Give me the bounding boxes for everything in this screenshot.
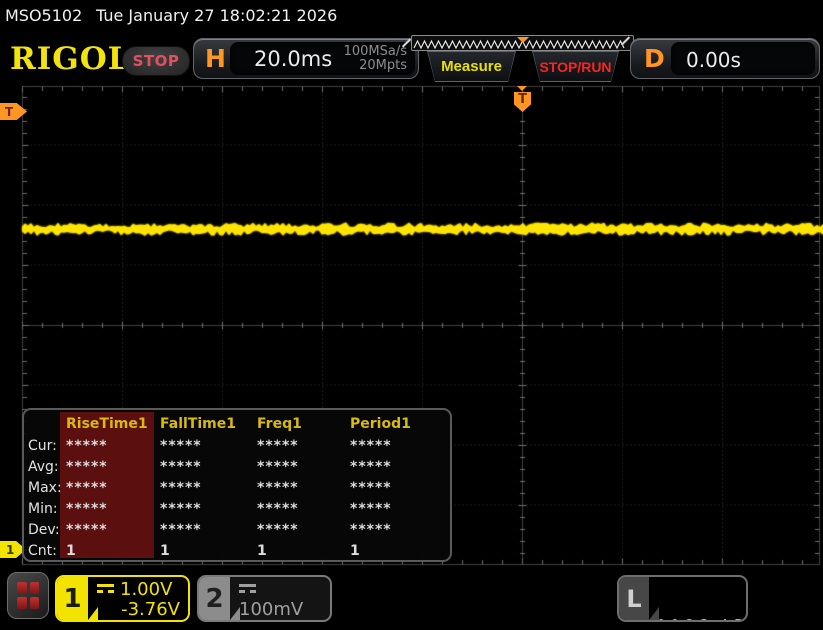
table-row: Dev: ***** ***** ***** ***** (24, 522, 450, 540)
measure-column-header[interactable]: FallTime1 (160, 416, 236, 432)
table-row: Min: ***** ***** ***** ***** (24, 501, 450, 519)
delay-label: D (644, 44, 665, 73)
measure-value: ***** (350, 522, 392, 538)
measure-value: 1 (350, 543, 361, 559)
delay-settings-box[interactable]: D 0.00s (630, 38, 820, 79)
measure-value: ***** (160, 438, 202, 454)
measure-value: ***** (350, 438, 392, 454)
measure-value: 1 (160, 543, 171, 559)
measure-value: 1 (66, 543, 77, 559)
row-label: Cnt: (28, 543, 57, 559)
run-state-label: STOP (133, 52, 180, 70)
measure-value: ***** (160, 522, 202, 538)
logic-analyzer-badge[interactable]: L 0 1 2 3 4 5 6 7 8 9 1011 12131415 (617, 575, 748, 622)
measure-value: ***** (160, 459, 202, 475)
measure-value: ***** (160, 501, 202, 517)
channel1-scale: 1.00V (120, 579, 172, 600)
channel2-offset: 0.00V (239, 620, 322, 622)
toolbar: RIGOL STOP H 20.0ms 100MSa/s 20Mpts Meas… (0, 0, 823, 85)
measure-column-header[interactable]: Period1 (350, 416, 411, 432)
row-label: Dev: (28, 522, 60, 538)
channel1-offset: -3.76V (97, 600, 180, 620)
window-layout-icon[interactable] (7, 572, 49, 619)
dc-coupling-icon (239, 584, 256, 593)
channel2-scale: 100mV (239, 599, 303, 620)
measure-value: ***** (257, 438, 299, 454)
measure-value: ***** (350, 480, 392, 496)
memory-position-strip[interactable] (411, 35, 634, 51)
measure-value: ***** (257, 501, 299, 517)
acquisition-info: 100MSa/s 20Mpts (344, 45, 407, 73)
run-state-badge: STOP (122, 46, 190, 76)
channel1-badge[interactable]: 1 1.00V -3.76V (55, 575, 190, 622)
row-label: Min: (28, 501, 58, 517)
channel1-number[interactable]: 1 (57, 577, 88, 620)
measure-table-header: RiseTime1 FallTime1 Freq1 Period1 (24, 416, 450, 434)
horizontal-label: H (205, 44, 226, 73)
measure-value: ***** (160, 480, 202, 496)
table-row: Cur: ***** ***** ***** ***** (24, 438, 450, 456)
measure-value: ***** (66, 522, 108, 538)
trigger-level-letter: T (5, 105, 13, 119)
trigger-position-letter: T (518, 92, 527, 112)
table-row: Cnt: 1 1 1 1 (24, 543, 450, 561)
horizontal-settings-box[interactable]: H 20.0ms 100MSa/s 20Mpts (193, 38, 419, 79)
channel1-values: 1.00V -3.76V (88, 577, 188, 620)
measure-value: ***** (66, 459, 108, 475)
measure-value: ***** (257, 480, 299, 496)
row-label: Cur: (28, 438, 57, 454)
digital-channels-row1: 0 1 2 3 4 5 6 7 (657, 617, 748, 622)
delay-value: 0.00s (686, 48, 741, 72)
logic-analyzer-label[interactable]: L (619, 577, 649, 620)
sample-rate: 100MSa/s (344, 45, 407, 59)
measure-value: 1 (257, 543, 268, 559)
table-row: Avg: ***** ***** ***** ***** (24, 459, 450, 477)
measure-value: ***** (66, 501, 108, 517)
measure-column-header[interactable]: RiseTime1 (66, 416, 148, 432)
trigger-position-arrow-icon (517, 86, 527, 91)
row-label: Max: (28, 480, 62, 496)
measure-column-header[interactable]: Freq1 (257, 416, 302, 432)
delay-values: 0.00s (671, 42, 815, 75)
measure-value: ***** (350, 501, 392, 517)
measure-button[interactable]: Measure (427, 51, 516, 82)
table-row: Max: ***** ***** ***** ***** (24, 480, 450, 498)
measure-value: ***** (66, 480, 108, 496)
rigol-logo: RIGOL (10, 41, 131, 77)
measure-value: ***** (66, 438, 108, 454)
trigger-position-indicator[interactable] (517, 37, 529, 43)
row-label: Avg: (28, 459, 59, 475)
horizontal-values: 20.0ms 100MSa/s 20Mpts (230, 42, 415, 75)
measure-value: ***** (257, 522, 299, 538)
channel1-ground-number: 1 (6, 543, 14, 557)
stop-run-button[interactable]: STOP/RUN (532, 51, 619, 82)
bottom-bar: 1 1.00V -3.76V 2 100mV 0.00V L 0 1 2 3 4… (0, 568, 823, 630)
timebase-value: 20.0ms (254, 47, 332, 71)
digital-channel-list: 0 1 2 3 4 5 6 7 8 9 1011 12131415 (649, 577, 748, 620)
measurement-table[interactable]: RiseTime1 FallTime1 Freq1 Period1 Cur: *… (22, 408, 452, 562)
channel2-number[interactable]: 2 (199, 577, 230, 620)
measure-value: ***** (257, 459, 299, 475)
channel2-badge[interactable]: 2 100mV 0.00V (197, 575, 332, 622)
dc-coupling-icon (97, 584, 114, 593)
measure-value: ***** (350, 459, 392, 475)
memory-depth: 20Mpts (344, 59, 407, 73)
oscilloscope-screen: MSO5102 Tue January 27 18:02:21 2026 RIG… (0, 0, 823, 630)
channel2-values: 100mV 0.00V (230, 577, 330, 620)
